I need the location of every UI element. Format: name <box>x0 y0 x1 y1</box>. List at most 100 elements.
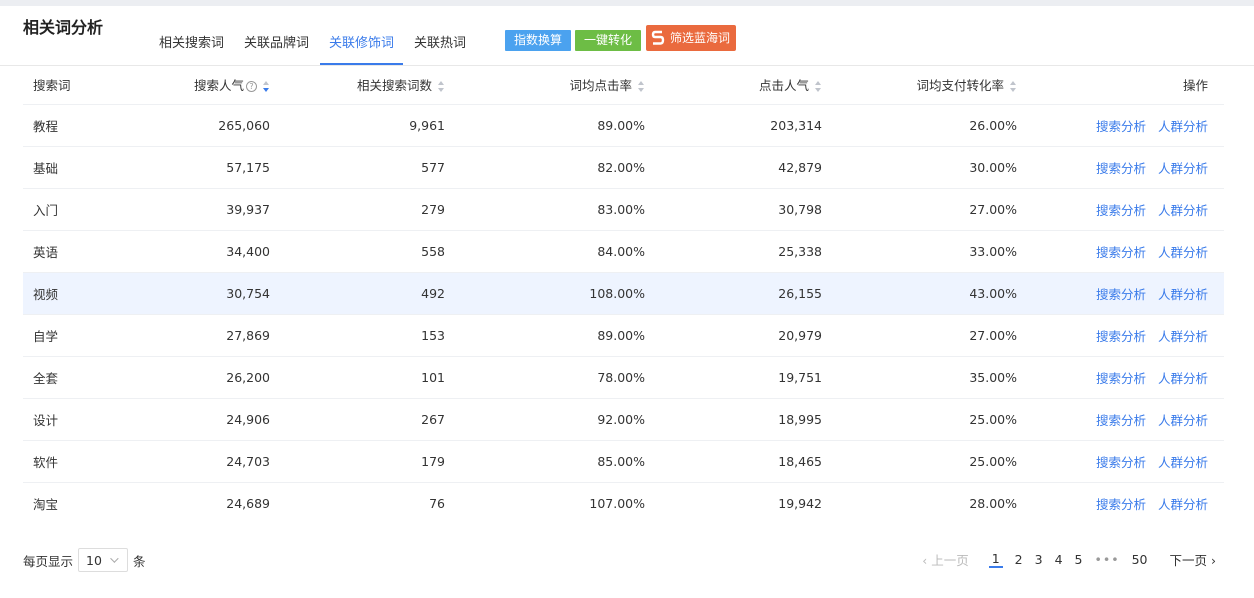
cell-ctr: 83.00% <box>448 187 648 230</box>
cell-term: 自学 <box>23 313 143 356</box>
col-header-related-label: 相关搜索词数 <box>356 78 432 94</box>
search-analysis-link[interactable]: 搜索分析 <box>1096 203 1146 218</box>
cell-related: 577 <box>283 145 448 188</box>
table-row[interactable]: 入门 39,937 279 83.00% 30,798 27.00% 搜索分析 人群分析 <box>23 187 1224 230</box>
table-row[interactable]: 视频 30,754 492 108.00% 26,155 43.00% 搜索分析 人群分析 <box>23 271 1224 314</box>
cell-term: 英语 <box>23 229 143 272</box>
keyword-table: 搜索词 搜索人气? 相关搜索词数 词均点击率 点击人气 词均支付转化率 操作 教… <box>23 66 1224 524</box>
sort-caret-icon[interactable] <box>815 81 822 93</box>
cell-popularity: 57,175 <box>143 145 283 188</box>
col-header-popularity[interactable]: 搜索人气? <box>143 66 283 104</box>
sort-caret-icon[interactable] <box>438 81 445 93</box>
cell-related: 76 <box>283 481 448 524</box>
cell-conversion: 28.00% <box>838 481 1023 524</box>
audience-analysis-link[interactable]: 人群分析 <box>1158 329 1208 344</box>
audience-analysis-link[interactable]: 人群分析 <box>1158 245 1208 260</box>
chevron-down-icon <box>110 554 119 563</box>
cell-ctr: 85.00% <box>448 439 648 482</box>
page-1[interactable]: 1 <box>988 551 1003 568</box>
cell-popularity: 34,400 <box>143 229 283 272</box>
table-row[interactable]: 教程 265,060 9,961 89.00% 203,314 26.00% 搜索分析 人群分… <box>23 103 1224 146</box>
cell-ctr: 82.00% <box>448 145 648 188</box>
cell-actions: 搜索分析 人群分析 <box>1023 103 1224 146</box>
question-circle-icon[interactable]: ? <box>246 81 257 93</box>
cell-related: 153 <box>283 313 448 356</box>
sort-caret-icon[interactable] <box>263 81 270 93</box>
page-size-select[interactable]: 10 <box>78 548 129 572</box>
cell-actions: 搜索分析 人群分析 <box>1023 229 1224 272</box>
cell-click-popularity: 42,879 <box>648 145 838 188</box>
cell-related: 9,961 <box>283 103 448 146</box>
search-analysis-link[interactable]: 搜索分析 <box>1096 161 1146 176</box>
table-row[interactable]: 设计 24,906 267 92.00% 18,995 25.00% 搜索分析 人群分析 <box>23 397 1224 440</box>
tab-bar: 相关搜索词 关联品牌词 关联修饰词 关联热词 <box>150 24 477 65</box>
audience-analysis-link[interactable]: 人群分析 <box>1158 203 1208 218</box>
table-header-row: 搜索词 搜索人气? 相关搜索词数 词均点击率 点击人气 词均支付转化率 操作 <box>23 66 1224 104</box>
cell-term: 入门 <box>23 187 143 230</box>
cell-actions: 搜索分析 人群分析 <box>1023 481 1224 524</box>
page-last[interactable]: 50 <box>1132 552 1148 567</box>
tab-related-search[interactable]: 相关搜索词 <box>150 24 233 65</box>
search-analysis-link[interactable]: 搜索分析 <box>1096 287 1146 302</box>
col-header-actions: 操作 <box>1182 78 1208 94</box>
cell-conversion: 27.00% <box>838 187 1023 230</box>
table-row[interactable]: 全套 26,200 101 78.00% 19,751 35.00% 搜索分析 人群分析 <box>23 355 1224 398</box>
top-strip <box>0 0 1254 6</box>
search-analysis-link[interactable]: 搜索分析 <box>1096 119 1146 134</box>
cell-conversion: 30.00% <box>838 145 1023 188</box>
one-click-convert-button[interactable]: 一键转化 <box>575 30 641 51</box>
sort-caret-icon[interactable] <box>638 81 645 93</box>
page-5[interactable]: 5 <box>1075 552 1083 567</box>
cell-ctr: 89.00% <box>448 313 648 356</box>
page-4[interactable]: 4 <box>1055 552 1063 567</box>
cell-related: 279 <box>283 187 448 230</box>
cell-actions: 搜索分析 人群分析 <box>1023 439 1224 482</box>
page-2[interactable]: 2 <box>1015 552 1023 567</box>
table-row[interactable]: 英语 34,400 558 84.00% 25,338 33.00% 搜索分析 人群分析 <box>23 229 1224 272</box>
next-page-button[interactable]: 下一页 › <box>1170 550 1217 569</box>
page-size-value: 10 <box>86 552 102 568</box>
col-header-ctr[interactable]: 词均点击率 <box>448 66 648 104</box>
col-header-click-pop[interactable]: 点击人气 <box>648 66 838 104</box>
filter-blue-ocean-label: 筛选蓝海词 <box>670 31 731 45</box>
cell-term: 基础 <box>23 145 143 188</box>
cell-popularity: 24,703 <box>143 439 283 482</box>
table-row[interactable]: 淘宝 24,689 76 107.00% 19,942 28.00% 搜索分析 人群分析 <box>23 481 1224 524</box>
col-header-related[interactable]: 相关搜索词数 <box>283 66 448 104</box>
table-row[interactable]: 基础 57,175 577 82.00% 42,879 30.00% 搜索分析 人群分析 <box>23 145 1224 188</box>
audience-analysis-link[interactable]: 人群分析 <box>1158 371 1208 386</box>
search-analysis-link[interactable]: 搜索分析 <box>1096 455 1146 470</box>
cell-popularity: 30,754 <box>143 271 283 314</box>
tab-related-modifier[interactable]: 关联修饰词 <box>320 24 404 65</box>
sort-caret-icon[interactable] <box>1010 81 1017 93</box>
col-header-ctr-label: 词均点击率 <box>569 78 632 94</box>
col-header-click-pop-label: 点击人气 <box>758 78 809 94</box>
page-3[interactable]: 3 <box>1035 552 1043 567</box>
search-analysis-link[interactable]: 搜索分析 <box>1096 329 1146 344</box>
index-convert-button[interactable]: 指数换算 <box>505 30 571 51</box>
cell-actions: 搜索分析 人群分析 <box>1023 313 1224 356</box>
tab-related-hot[interactable]: 关联热词 <box>405 24 475 65</box>
cell-popularity: 39,937 <box>143 187 283 230</box>
filter-blue-ocean-button[interactable]: 筛选蓝海词 <box>646 25 736 51</box>
search-analysis-link[interactable]: 搜索分析 <box>1096 413 1146 428</box>
cell-term: 淘宝 <box>23 481 143 524</box>
audience-analysis-link[interactable]: 人群分析 <box>1158 497 1208 512</box>
audience-analysis-link[interactable]: 人群分析 <box>1158 161 1208 176</box>
cell-conversion: 26.00% <box>838 103 1023 146</box>
cell-actions: 搜索分析 人群分析 <box>1023 355 1224 398</box>
audience-analysis-link[interactable]: 人群分析 <box>1158 287 1208 302</box>
audience-analysis-link[interactable]: 人群分析 <box>1158 119 1208 134</box>
audience-analysis-link[interactable]: 人群分析 <box>1158 413 1208 428</box>
table-row[interactable]: 软件 24,703 179 85.00% 18,465 25.00% 搜索分析 人群分析 <box>23 439 1224 482</box>
search-analysis-link[interactable]: 搜索分析 <box>1096 497 1146 512</box>
search-analysis-link[interactable]: 搜索分析 <box>1096 371 1146 386</box>
prev-page-button[interactable]: ‹ 上一页 <box>922 550 969 569</box>
search-analysis-link[interactable]: 搜索分析 <box>1096 245 1146 260</box>
audience-analysis-link[interactable]: 人群分析 <box>1158 455 1208 470</box>
col-header-conv[interactable]: 词均支付转化率 <box>838 66 1023 104</box>
table-row[interactable]: 自学 27,869 153 89.00% 20,979 27.00% 搜索分析 人群分析 <box>23 313 1224 356</box>
cell-actions: 搜索分析 人群分析 <box>1023 271 1224 314</box>
tab-related-brand[interactable]: 关联品牌词 <box>235 24 318 65</box>
page-title: 相关词分析 <box>23 18 104 37</box>
